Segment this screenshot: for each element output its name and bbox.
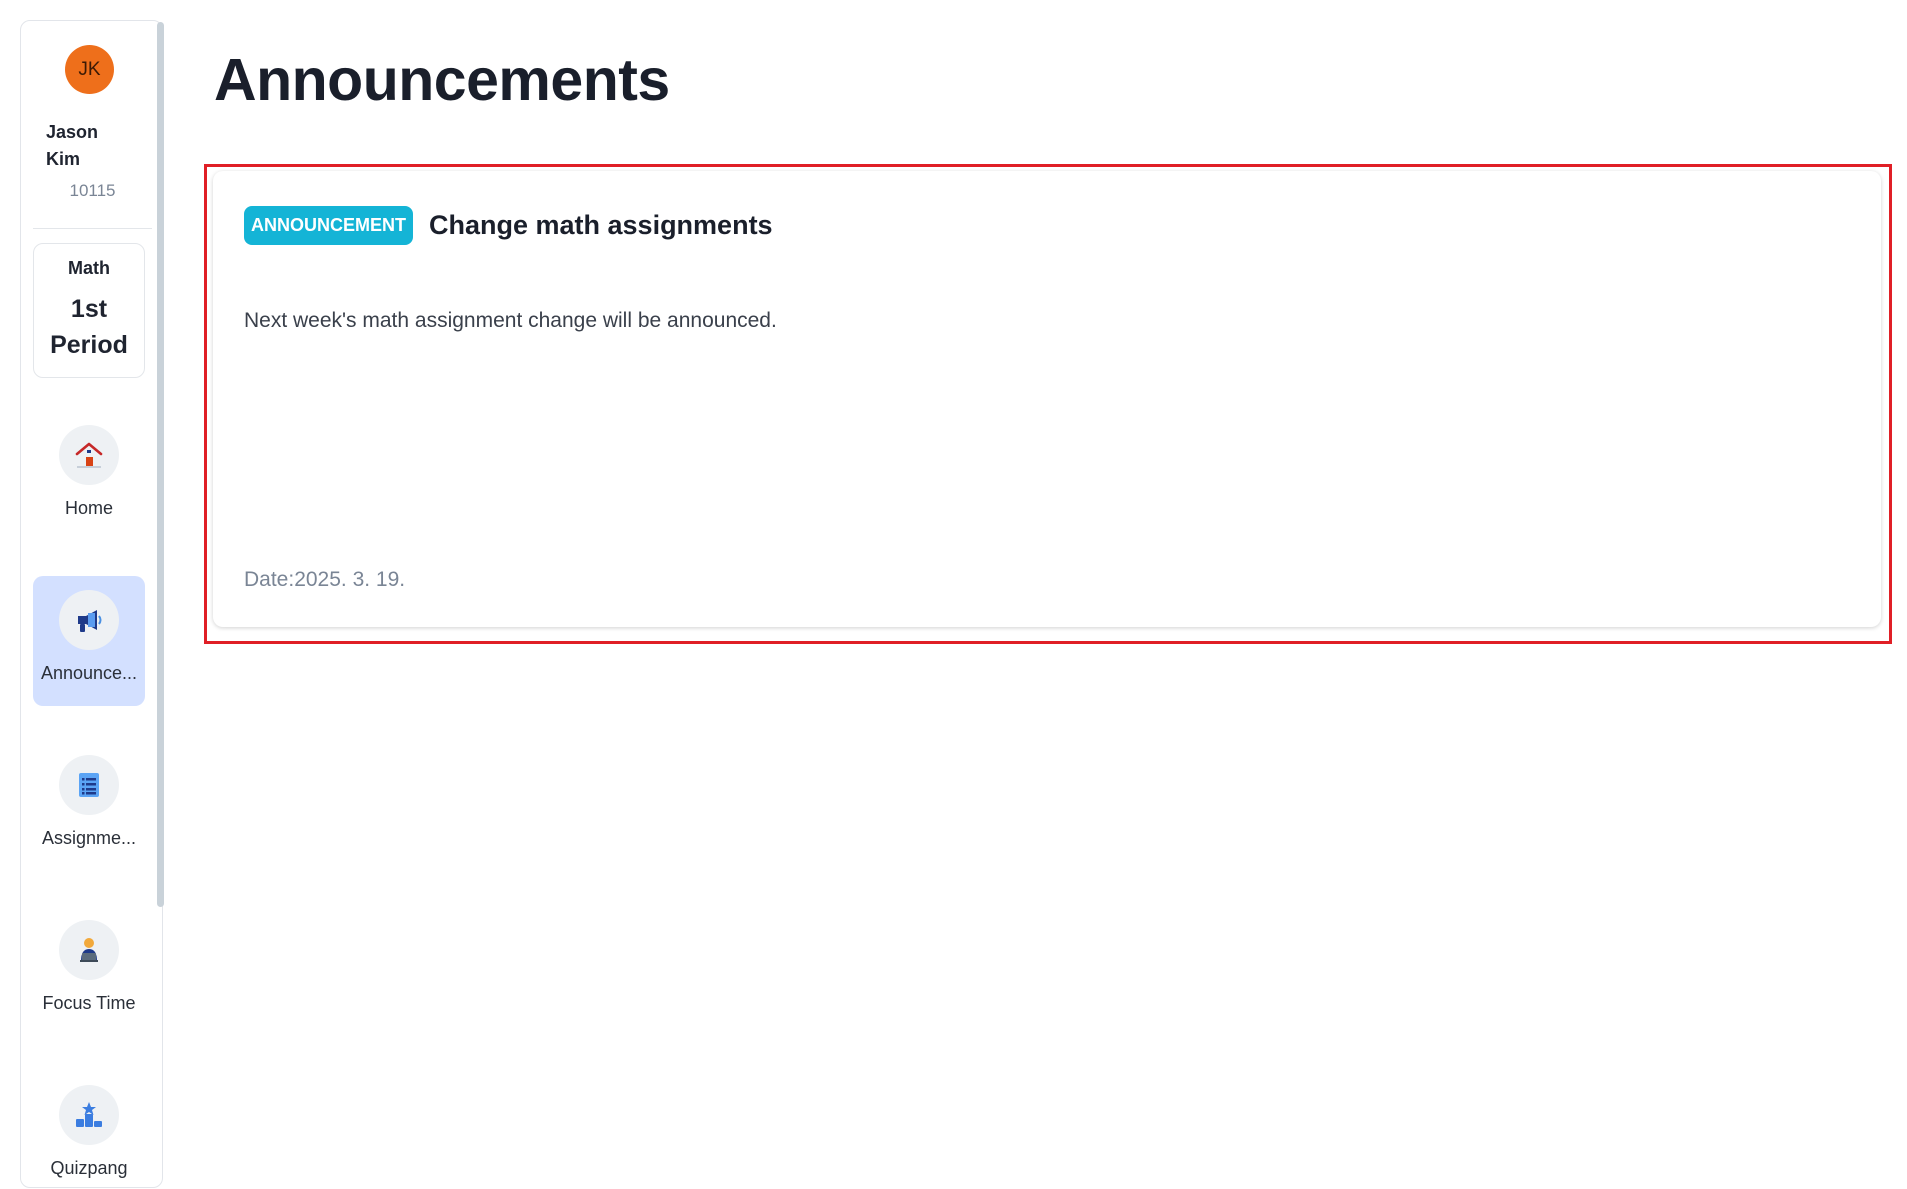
class-period-word: Period (50, 331, 128, 359)
app-root: JK Jason Kim 10115 Math 1st Period Home … (0, 0, 1907, 1189)
page-title: Announcements (214, 47, 670, 113)
sidebar-item-label: Announce... (40, 663, 138, 683)
announcement-body: Next week's math assignment change will … (244, 309, 777, 332)
sidebar-item-home[interactable]: Home (33, 411, 145, 541)
sidebar-item-assignments[interactable]: Assignme... (33, 741, 145, 871)
person-laptop-icon (59, 920, 119, 980)
house-icon (59, 425, 119, 485)
sidebar-item-label: Focus Time (42, 993, 136, 1013)
sidebar: JK Jason Kim 10115 Math 1st Period Home … (20, 20, 163, 1188)
class-period-number: 1st (70, 295, 108, 323)
avatar[interactable]: JK (65, 45, 114, 94)
announcement-date: Date:2025. 3. 19. (244, 568, 406, 591)
sidebar-item-label: Home (64, 498, 113, 518)
list-icon (59, 755, 119, 815)
sidebar-item-label: Assignme... (41, 828, 137, 848)
podium-icon (59, 1085, 119, 1145)
sidebar-scrollbar[interactable] (157, 22, 164, 907)
user-last-name: Kim (46, 149, 81, 169)
class-subject: Math (68, 258, 110, 278)
class-period: 1st Period (34, 291, 144, 363)
user-id: 10115 (69, 181, 116, 200)
sidebar-item-label: Quizpang (50, 1158, 128, 1178)
announcement-badge: ANNOUNCEMENT (244, 206, 413, 245)
announcement-title: Change math assignments (429, 210, 773, 240)
class-card: Math 1st Period (33, 243, 145, 378)
sidebar-divider (33, 228, 152, 229)
user-name: Jason Kim (46, 119, 126, 173)
sidebar-item-quizpang[interactable]: Quizpang (33, 1071, 145, 1187)
announcement-card[interactable]: ANNOUNCEMENT Change math assignments Nex… (213, 171, 1881, 627)
user-first-name: Jason (46, 122, 99, 142)
sidebar-item-focus-time[interactable]: Focus Time (33, 906, 145, 1036)
megaphone-icon (59, 590, 119, 650)
sidebar-item-announcements[interactable]: Announce... (33, 576, 145, 706)
